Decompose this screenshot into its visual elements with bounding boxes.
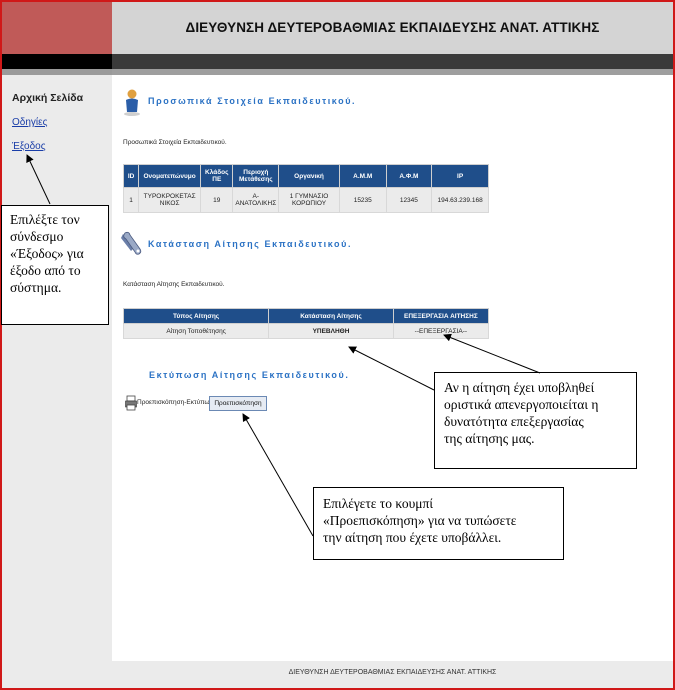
arrow-exit [26, 154, 51, 205]
arrow-status [348, 346, 435, 391]
annotation-arrows [26, 154, 541, 537]
arrow-preview [242, 413, 314, 537]
footer-text: ΔΙΕΥΘΥΝΣΗ ΔΕΥΤΕΡΟΒΑΘΜΙΑΣ ΕΚΠΑΙΔΕΥΣΗΣ ΑΝΑ… [288, 669, 497, 676]
arrow-edit [443, 333, 541, 374]
page-footer: ΔΙΕΥΘΥΝΣΗ ΔΕΥΤΕΡΟΒΑΘΜΙΑΣ ΕΚΠΑΙΔΕΥΣΗΣ ΑΝΑ… [112, 661, 673, 688]
